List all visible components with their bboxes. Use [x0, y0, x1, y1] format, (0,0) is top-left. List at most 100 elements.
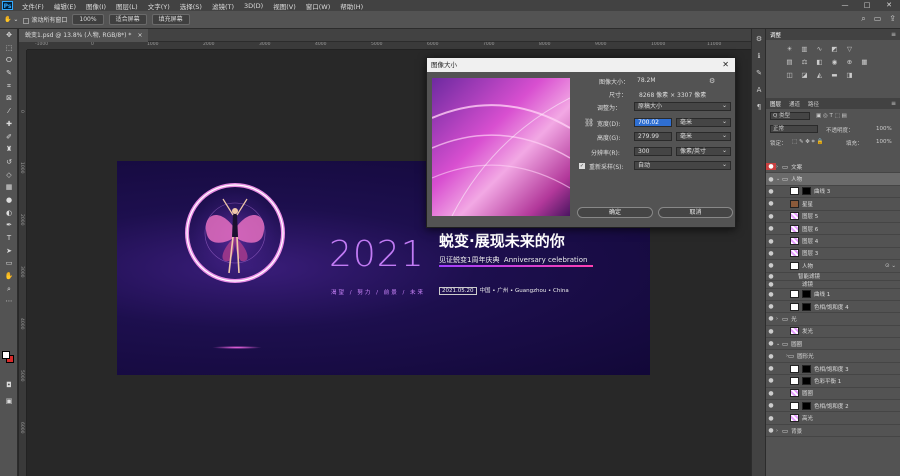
black-white-icon[interactable]: ◧ — [814, 57, 825, 67]
layer-row[interactable]: ● ⌄ ▭ 人物 — [766, 173, 900, 186]
marquee-tool-icon[interactable]: ⬚ — [0, 42, 18, 55]
menu-image[interactable]: 图像(I) — [81, 1, 111, 11]
resolution-input[interactable]: 300 — [634, 147, 672, 156]
resample-select[interactable]: 自动 — [634, 161, 731, 170]
layer-row[interactable]: ● 色相/饱和度 2 — [766, 400, 900, 413]
eye-icon[interactable]: ● — [766, 427, 776, 434]
eye-icon[interactable]: ● — [766, 315, 776, 322]
adjustments-tab[interactable]: 调整 — [770, 31, 781, 39]
channels-tab[interactable]: 通道 — [789, 100, 800, 108]
posterize-icon[interactable]: ◪ — [799, 70, 810, 80]
menu-3d[interactable]: 3D(D) — [239, 2, 268, 10]
panel-menu-icon[interactable]: ≡ — [891, 100, 896, 107]
character-panel-icon[interactable]: A — [752, 83, 766, 97]
menu-select[interactable]: 选择(S) — [175, 1, 207, 11]
blend-mode-select[interactable]: 正常 — [770, 125, 818, 133]
brightness-icon[interactable]: ☀ — [784, 44, 795, 54]
workspace-icon[interactable]: ▭ — [874, 14, 882, 24]
healing-tool-icon[interactable]: ✚ — [0, 118, 18, 131]
expand-chevron-icon[interactable]: › — [776, 353, 788, 359]
layer-row[interactable]: ● 色相/饱和度 4 — [766, 301, 900, 314]
eye-icon[interactable]: ● — [766, 238, 776, 245]
menu-layer[interactable]: 图层(L) — [111, 1, 143, 11]
ok-button[interactable]: 确定 — [577, 207, 653, 218]
resample-checkbox[interactable]: ✓ — [579, 162, 585, 169]
eye-icon[interactable]: ● — [766, 353, 776, 360]
screen-mode-icon[interactable]: ▣ — [0, 395, 18, 408]
foreground-color-swatch[interactable] — [2, 351, 10, 359]
eye-icon[interactable]: ● — [766, 163, 776, 171]
threshold-icon[interactable]: ◭ — [814, 70, 825, 80]
close-window-button[interactable]: ✕ — [878, 0, 900, 11]
layer-row[interactable]: ● 发光 — [766, 326, 900, 339]
invert-icon[interactable]: ◫ — [784, 70, 795, 80]
zoom-tool-icon[interactable]: ⌕ — [0, 283, 18, 296]
layer-row[interactable]: ● 图层 3 — [766, 248, 900, 261]
maximize-button[interactable]: □ — [856, 0, 878, 11]
menu-file[interactable]: 文件(F) — [17, 1, 49, 11]
layer-row[interactable]: ● 人物 ⊙ ⌄ — [766, 260, 900, 273]
layer-row[interactable]: ● › ▭ 圆形光 — [766, 350, 900, 363]
quick-mask-icon[interactable]: ◘ — [0, 379, 18, 392]
channel-mixer-icon[interactable]: ⊕ — [844, 57, 855, 67]
eye-icon[interactable]: ● — [766, 225, 776, 232]
eye-icon[interactable]: ● — [766, 176, 776, 183]
panel-menu-icon[interactable]: ≡ — [891, 31, 896, 38]
layer-row[interactable]: ● 图层 6 — [766, 223, 900, 236]
move-tool-icon[interactable]: ✥ — [0, 29, 18, 42]
curves-icon[interactable]: ∿ — [814, 44, 825, 54]
eye-icon[interactable]: ● — [766, 328, 776, 335]
cancel-button[interactable]: 取消 — [658, 207, 733, 218]
layer-row[interactable]: ● 滤镜 — [766, 281, 900, 289]
link-proportions-icon[interactable]: ⛓ — [584, 118, 594, 127]
gradient-map-icon[interactable]: ▬ — [829, 70, 840, 80]
layer-row[interactable]: ● 星星 — [766, 198, 900, 211]
eyedropper-tool-icon[interactable]: ⁄ — [0, 105, 18, 118]
fill-value[interactable]: 100% — [876, 139, 892, 145]
quick-select-tool-icon[interactable]: ✎ — [0, 67, 18, 80]
settings-gear-icon[interactable]: ⚙ — [709, 77, 715, 85]
layer-row[interactable]: ● 智能滤镜 — [766, 273, 900, 281]
layer-kind-filter[interactable]: Q 类型 — [770, 112, 810, 120]
dodge-tool-icon[interactable]: ◐ — [0, 207, 18, 220]
fit-to-select[interactable]: 原稿大小 — [634, 102, 731, 111]
layers-tab[interactable]: 图层 — [770, 100, 781, 108]
stamp-tool-icon[interactable]: ♜ — [0, 143, 18, 156]
eye-icon[interactable]: ● — [766, 340, 776, 347]
eye-icon[interactable]: ● — [766, 200, 776, 207]
layer-row[interactable]: ● › ▭ 背景 — [766, 425, 900, 438]
eye-icon[interactable]: ● — [766, 365, 776, 372]
hand-tool-icon[interactable]: ✋ — [0, 270, 18, 283]
vibrance-icon[interactable]: ▽ — [844, 44, 855, 54]
color-balance-icon[interactable]: ⚖ — [799, 57, 810, 67]
layer-row[interactable]: ● ⌄ ▭ 圆圈 — [766, 338, 900, 351]
pen-tool-icon[interactable]: ✒ — [0, 219, 18, 232]
fill-screen-button[interactable]: 填充屏幕 — [151, 14, 190, 25]
width-unit-select[interactable]: 毫米 — [676, 118, 731, 127]
crop-tool-icon[interactable]: ⌗ — [0, 80, 18, 93]
height-input[interactable]: 279.99 — [634, 132, 672, 141]
document-tab[interactable]: 蜕变1.psd @ 13.8% (人物, RGB/8*) * × — [19, 29, 149, 42]
path-select-tool-icon[interactable]: ➤ — [0, 245, 18, 258]
eraser-tool-icon[interactable]: ◇ — [0, 169, 18, 182]
dialog-close-button[interactable]: ✕ — [722, 58, 729, 72]
lasso-tool-icon[interactable]: ⵔ — [0, 54, 18, 67]
close-tab-icon[interactable]: × — [137, 32, 142, 39]
properties-panel-icon[interactable]: ℹ — [752, 49, 766, 63]
menu-filter[interactable]: 滤镜(T) — [207, 1, 239, 11]
menu-view[interactable]: 视图(V) — [268, 1, 301, 11]
frame-tool-icon[interactable]: ⊠ — [0, 92, 18, 105]
type-tool-icon[interactable]: T — [0, 232, 18, 245]
eye-icon[interactable]: ● — [766, 281, 776, 288]
blur-tool-icon[interactable]: ● — [0, 194, 18, 207]
fit-screen-button[interactable]: 适合屏幕 — [108, 14, 147, 25]
height-unit-select[interactable]: 毫米 — [676, 132, 731, 141]
paragraph-panel-icon[interactable]: ¶ — [752, 100, 766, 114]
layer-row[interactable]: ● 圆圈 — [766, 388, 900, 401]
hue-icon[interactable]: ▤ — [784, 57, 795, 67]
eye-icon[interactable]: ● — [766, 213, 776, 220]
eye-icon[interactable]: ● — [766, 262, 776, 269]
menu-help[interactable]: 帮助(H) — [335, 1, 368, 11]
photo-filter-icon[interactable]: ◉ — [829, 57, 840, 67]
eye-icon[interactable]: ● — [766, 377, 776, 384]
